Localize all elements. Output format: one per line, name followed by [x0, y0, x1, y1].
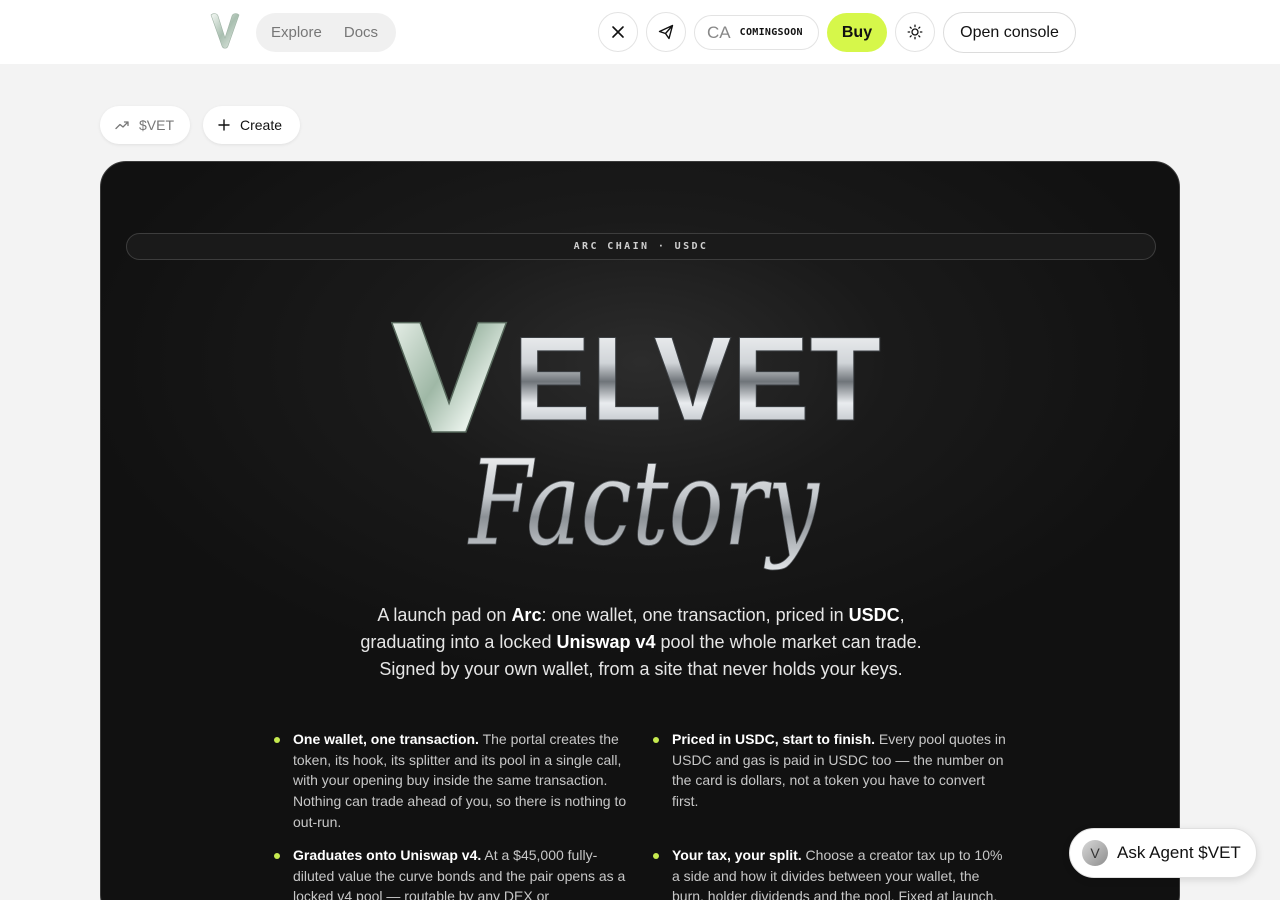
ca-label: CA	[707, 22, 731, 42]
open-console-button[interactable]: Open console	[943, 12, 1076, 53]
wordmark-factory: Factory	[467, 434, 820, 572]
tagline-line-1: A launch pad on Arc: one wallet, one tra…	[377, 605, 905, 625]
ca-value: COMINGSOON	[739, 27, 803, 38]
feature-item: One wallet, one transaction. The portal …	[274, 729, 633, 833]
agent-avatar: V	[1082, 840, 1108, 866]
nav-explore-link[interactable]: Explore	[271, 24, 322, 41]
nav-links: Explore Docs	[256, 13, 396, 52]
plus-icon	[218, 119, 230, 131]
theme-toggle-button[interactable]	[895, 12, 935, 52]
chain-badge: ARC CHAIN · USDC	[126, 233, 1156, 260]
feature-item: Graduates onto Uniswap v4. At a $45,000 …	[274, 845, 633, 900]
ask-agent-button[interactable]: V Ask Agent $VET	[1069, 828, 1257, 878]
sun-icon	[907, 24, 923, 40]
wordmark-elvet: ELVET	[513, 312, 881, 446]
tagline-line-3: Signed by your own wallet, from a site t…	[379, 659, 903, 679]
create-button-label: Create	[240, 117, 283, 133]
feature-item: Your tax, your split. Choose a creator t…	[653, 845, 1012, 900]
top-nav: Explore Docs CA COMINGSOON Buy Open cons…	[0, 0, 1280, 64]
x-close-icon	[612, 26, 624, 38]
contract-address-pill[interactable]: CA COMINGSOON	[694, 15, 819, 50]
bullet-dot-icon	[274, 737, 280, 743]
trending-up-icon	[115, 121, 129, 130]
bullet-dot-icon	[274, 853, 280, 859]
bullet-dot-icon	[653, 853, 659, 859]
tagline-line-2: graduating into a locked Uniswap v4 pool…	[360, 632, 922, 652]
nav-docs-link[interactable]: Docs	[344, 24, 378, 41]
ticker-chip-label: $VET	[139, 117, 175, 133]
telegram-button[interactable]	[646, 12, 686, 52]
bullet-dot-icon	[653, 737, 659, 743]
hero-card: ARC CHAIN · USDC V ELVET Factory A launc…	[100, 161, 1180, 900]
velvet-factory-wordmark: V ELVET Factory	[391, 302, 882, 572]
telegram-icon	[658, 24, 674, 40]
hero-tagline: A launch pad on Arc: one wallet, one tra…	[291, 602, 991, 683]
x-social-button[interactable]	[598, 12, 638, 52]
ticker-chip[interactable]: $VET	[100, 106, 190, 144]
ask-agent-label: Ask Agent $VET	[1117, 843, 1241, 862]
buy-button[interactable]: Buy	[827, 13, 887, 52]
create-button[interactable]: Create	[203, 106, 300, 144]
velvet-logo-icon[interactable]	[208, 12, 242, 50]
feature-item: Priced in USDC, start to finish. Every p…	[653, 729, 1012, 812]
